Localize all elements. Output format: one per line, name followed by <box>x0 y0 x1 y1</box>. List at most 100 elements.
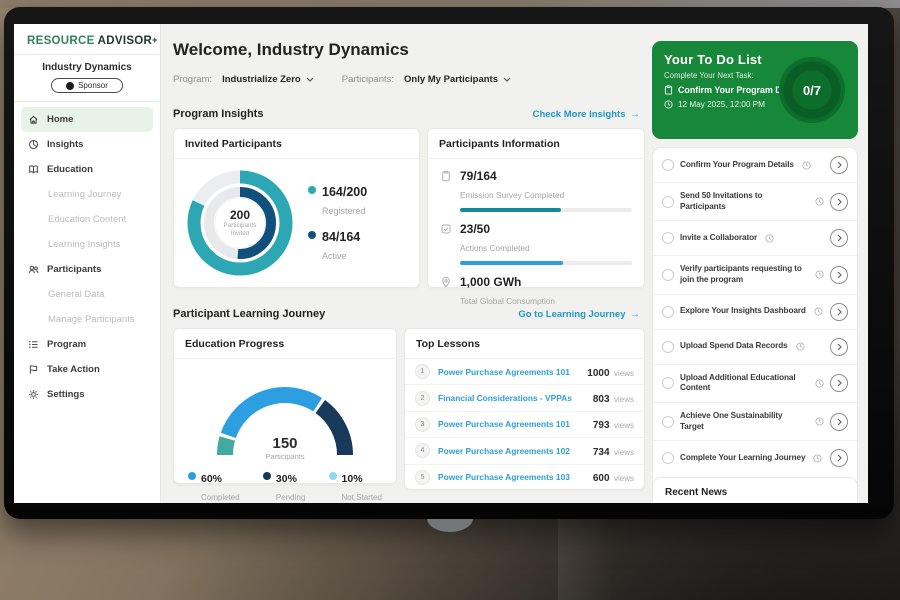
views-word: views <box>614 369 634 378</box>
active-value: 84/164 <box>322 230 360 244</box>
task-row: Upload Additional Educational Content <box>653 365 857 403</box>
sidebar-item-label: Manage Participants <box>48 314 135 325</box>
task-open-button[interactable] <box>830 374 848 392</box>
task-checkbox[interactable] <box>662 269 674 281</box>
lesson-link[interactable]: Financial Considerations - VPPAs <box>438 393 585 403</box>
sidebar-item-settings[interactable]: Settings <box>21 382 153 407</box>
lesson-row: 5 Power Purchase Agreements 103 600 view… <box>405 464 644 490</box>
chevron-right-icon <box>837 198 842 206</box>
task-label: Confirm Your Program Details <box>680 160 794 171</box>
legend-item-completed: 60% Completed <box>188 469 240 503</box>
chevron-right-icon <box>837 308 842 316</box>
chevron-right-icon <box>837 379 842 387</box>
active-dot-icon <box>308 231 316 239</box>
task-clock-icon <box>765 234 774 243</box>
sidebar-item-manage-participants[interactable]: Manage Participants <box>21 307 153 332</box>
participants-icon <box>28 264 39 275</box>
task-checkbox[interactable] <box>662 416 674 428</box>
rank-badge: 4 <box>415 443 430 458</box>
task-checkbox[interactable] <box>662 232 674 244</box>
sidebar-item-program[interactable]: Program <box>21 332 153 357</box>
task-open-button[interactable] <box>830 193 848 211</box>
go-to-learning-journey-link[interactable]: Go to Learning Journey → <box>518 309 640 320</box>
program-dropdown[interactable]: Program: Industrialize Zero <box>173 74 314 85</box>
task-checkbox[interactable] <box>662 196 674 208</box>
chevron-right-icon <box>837 161 842 169</box>
sidebar-item-insights[interactable]: Insights <box>21 132 153 157</box>
task-open-button[interactable] <box>830 449 848 467</box>
task-checkbox[interactable] <box>662 341 674 353</box>
task-checkbox[interactable] <box>662 452 674 464</box>
education-legend: 60% Completed 30% Pending 10% Not Star <box>174 461 396 503</box>
top-lessons-card: Top Lessons 1 Power Purchase Agreements … <box>404 328 645 490</box>
task-checkbox[interactable] <box>662 306 674 318</box>
legend-item-pending: 30% Pending <box>263 469 305 503</box>
emission-survey-label: Emission Survey Completed <box>460 190 564 200</box>
sidebar-item-participants[interactable]: Participants <box>21 257 153 282</box>
lesson-row: 1 Power Purchase Agreements 101 1000 vie… <box>405 359 644 384</box>
task-clock-icon <box>815 270 824 279</box>
todo-progress-value: 0/7 <box>776 54 848 126</box>
lesson-link[interactable]: Power Purchase Agreements 103 <box>438 472 585 482</box>
registered-value: 164/200 <box>322 185 367 199</box>
legend-item-active: 84/164 Active <box>308 228 367 264</box>
logo-text-secondary: ADVISOR <box>98 35 153 47</box>
views-word: views <box>614 448 634 457</box>
card-title: Invited Participants <box>174 129 419 159</box>
sidebar-item-home[interactable]: Home <box>21 107 153 132</box>
sidebar-item-learning-insights[interactable]: Learning Insights <box>21 232 153 257</box>
chevron-right-icon <box>837 454 842 462</box>
pending-label: Pending <box>276 493 305 502</box>
app-logo: RESOURCE ADVISOR+ <box>14 24 160 54</box>
sidebar-item-label: Take Action <box>47 364 100 375</box>
task-open-button[interactable] <box>830 229 848 247</box>
program-icon <box>28 339 39 350</box>
lesson-views-count: 1000 <box>587 368 609 379</box>
sidebar-item-label: Education <box>47 164 93 175</box>
sponsor-badge: Sponsor <box>51 78 123 93</box>
main-content: Welcome, Industry Dynamics Program: Indu… <box>161 24 650 503</box>
education-total: 150 <box>200 435 370 452</box>
sidebar-item-education[interactable]: Education <box>21 157 153 182</box>
lesson-link[interactable]: Power Purchase Agreements 102 <box>438 446 585 456</box>
chevron-right-icon <box>837 234 842 242</box>
link-label: Check More Insights <box>533 109 626 120</box>
task-open-button[interactable] <box>830 303 848 321</box>
lesson-link[interactable]: Power Purchase Agreements 101 <box>438 419 585 429</box>
lesson-views-count: 600 <box>593 473 610 484</box>
sidebar-item-take-action[interactable]: Take Action <box>21 357 153 382</box>
invited-total: 200 <box>230 208 250 222</box>
task-row: Upload Spend Data Records <box>653 330 857 365</box>
sidebar-item-label: Education Content <box>48 214 126 225</box>
screen: RESOURCE ADVISOR+ Industry Dynamics Spon… <box>14 24 868 503</box>
pending-dot-icon <box>263 472 271 480</box>
task-open-button[interactable] <box>830 413 848 431</box>
arrow-right-icon: → <box>631 309 641 320</box>
sidebar-item-education-content[interactable]: Education Content <box>21 207 153 232</box>
home-icon <box>28 114 39 125</box>
completed-value: 60% <box>201 473 222 485</box>
program-insights-header: Program Insights Check More Insights → <box>173 108 640 120</box>
lesson-link[interactable]: Power Purchase Agreements 101 <box>438 367 579 377</box>
rank-badge: 2 <box>415 391 430 406</box>
actions-icon <box>440 223 452 235</box>
sidebar-item-general-data[interactable]: General Data <box>21 282 153 307</box>
card-title: Top Lessons <box>405 329 644 359</box>
participants-dropdown[interactable]: Participants: Only My Participants <box>342 74 511 85</box>
chevron-down-icon <box>306 77 314 82</box>
sidebar-item-learning-journey[interactable]: Learning Journey <box>21 182 153 207</box>
task-open-button[interactable] <box>830 266 848 284</box>
check-more-insights-link[interactable]: Check More Insights → <box>533 109 640 120</box>
participants-information-card: Participants Information 79/164 Emission… <box>427 128 645 288</box>
active-label: Active <box>322 251 347 261</box>
recent-news-title: Recent News <box>665 487 727 498</box>
task-open-button[interactable] <box>830 338 848 356</box>
page-title: Welcome, Industry Dynamics <box>173 40 409 60</box>
chevron-down-icon <box>503 77 511 82</box>
not-started-value: 10% <box>342 473 363 485</box>
task-open-button[interactable] <box>830 156 848 174</box>
rank-badge: 5 <box>415 470 430 485</box>
task-checkbox[interactable] <box>662 377 674 389</box>
task-checkbox[interactable] <box>662 159 674 171</box>
survey-icon <box>440 170 452 182</box>
